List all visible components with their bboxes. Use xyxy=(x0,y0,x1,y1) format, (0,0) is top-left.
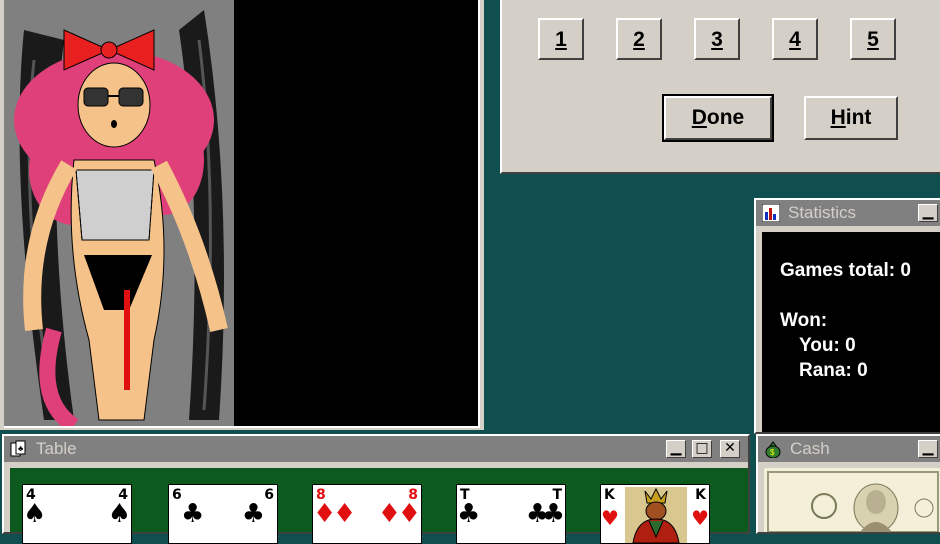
done-button-label: one xyxy=(706,106,745,129)
card-rank-left: K xyxy=(604,487,615,503)
table-title: Table xyxy=(36,439,77,458)
statistics-titlebar[interactable]: Statistics ▁ xyxy=(756,200,940,226)
statistics-title: Statistics xyxy=(788,203,857,222)
table-close-button[interactable]: ✕ xyxy=(720,440,740,458)
diamond-icon: ♦ xyxy=(397,499,421,529)
hint-button-label: int xyxy=(845,106,872,129)
heart-icon: ♥ xyxy=(691,506,709,530)
table-titlebar[interactable]: ♣ Table ▁ □ ✕ xyxy=(4,436,748,462)
statistics-content: Games total: 0 Won: You: 0 Rana: 0 xyxy=(762,232,940,432)
table-maximize-button[interactable]: □ xyxy=(692,440,712,458)
diamond-icon: ♦ xyxy=(333,499,357,529)
portrait-frame xyxy=(4,0,480,428)
done-button[interactable]: Done xyxy=(662,94,774,142)
cash-title: Cash xyxy=(790,439,830,458)
club-icon: ♣ xyxy=(181,499,205,529)
cash-titlebar[interactable]: $ Cash ▁ xyxy=(758,436,940,462)
spade-icon: ♠ xyxy=(107,499,131,529)
card-rank-right: K xyxy=(695,487,706,503)
statistics-minimize-button[interactable]: ▁ xyxy=(918,204,938,222)
number-button-2[interactable]: 2 xyxy=(616,18,662,60)
cards-icon: ♣ xyxy=(10,440,26,457)
statistics-window: Statistics ▁ Games total: 0 Won: You: 0 … xyxy=(754,198,940,434)
opponent-character-image xyxy=(4,0,234,426)
card-king-hearts[interactable]: K K ♥ ♥ xyxy=(600,484,710,544)
card-6-clubs[interactable]: 6 6 ♣ ♣ xyxy=(168,484,278,544)
club-icon: ♣ xyxy=(541,499,565,529)
move-selection-panel: 1 2 3 4 5 Done Hint xyxy=(500,0,940,174)
cash-window: $ Cash ▁ xyxy=(756,434,940,534)
club-icon: ♣ xyxy=(457,499,481,529)
svg-text:♣: ♣ xyxy=(18,444,24,453)
rana-score: Rana: 0 xyxy=(799,360,868,381)
money-bag-icon: $ xyxy=(765,441,781,458)
svg-text:$: $ xyxy=(770,448,775,457)
opponent-portrait-panel xyxy=(0,0,484,430)
done-button-hotkey: D xyxy=(691,106,707,129)
cash-minimize-button[interactable]: ▁ xyxy=(918,440,938,458)
card-4-spades[interactable]: 4 4 ♠ ♠ xyxy=(22,484,132,544)
card-rank-right: 6 xyxy=(264,487,274,503)
table-minimize-button[interactable]: ▁ xyxy=(666,440,686,458)
card-ten-clubs[interactable]: T T ♣ ♣ ♣ xyxy=(456,484,566,544)
hint-button-hotkey: H xyxy=(830,106,846,129)
won-label: Won: xyxy=(780,310,828,331)
hint-button[interactable]: Hint xyxy=(804,96,898,140)
spade-icon: ♠ xyxy=(23,499,47,529)
number-button-5[interactable]: 5 xyxy=(850,18,896,60)
number-button-3[interactable]: 3 xyxy=(694,18,740,60)
number-button-4[interactable]: 4 xyxy=(772,18,818,60)
heart-icon: ♥ xyxy=(601,506,619,530)
club-icon: ♣ xyxy=(241,499,265,529)
games-total-text: Games total: 0 xyxy=(780,260,911,281)
you-score: You: 0 xyxy=(799,335,856,356)
banknote-image xyxy=(764,468,940,532)
card-8-diamonds[interactable]: 8 8 ♦ ♦ ♦ ♦ xyxy=(312,484,422,544)
statistics-chart-icon xyxy=(762,204,780,222)
number-button-1[interactable]: 1 xyxy=(538,18,584,60)
king-face-image xyxy=(625,487,687,543)
